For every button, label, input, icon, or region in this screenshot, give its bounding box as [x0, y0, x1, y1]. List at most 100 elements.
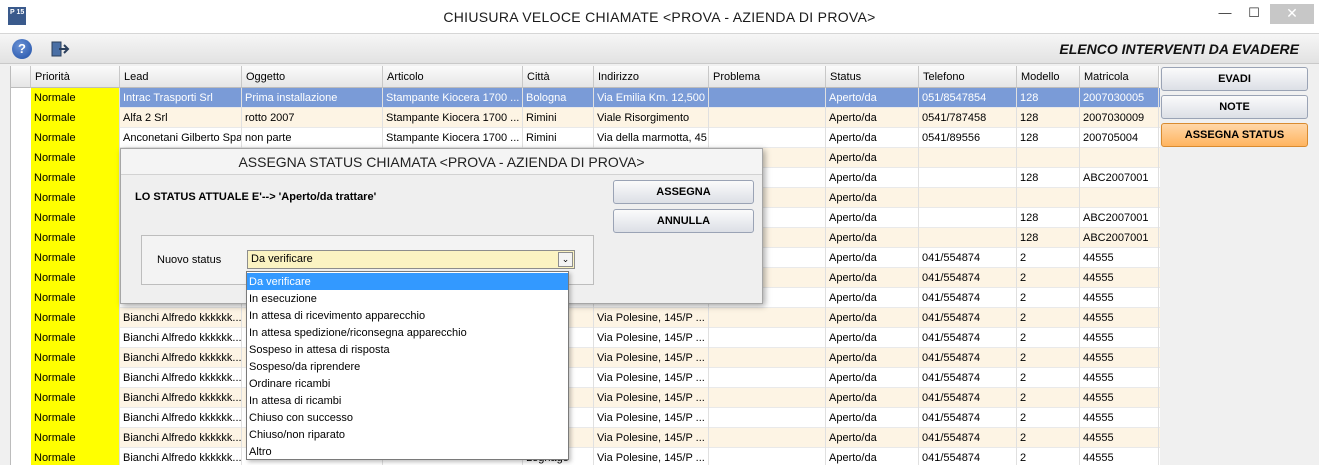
- table-cell: 128: [1017, 128, 1080, 148]
- table-cell: Bianchi Alfredo kkkkkk...: [120, 408, 242, 428]
- status-option[interactable]: Da verificare: [247, 273, 568, 290]
- table-cell: Via Polesine, 145/P ...: [594, 368, 709, 388]
- column-header[interactable]: Matricola: [1080, 66, 1159, 88]
- table-cell: Intrac Trasporti Srl: [120, 88, 242, 108]
- table-cell: 128: [1017, 228, 1080, 248]
- column-header[interactable]: Priorità: [31, 66, 120, 88]
- table-cell: [1080, 148, 1159, 168]
- table-row[interactable]: Normale Bianchi Alfredo kkkkkk... Via Pole…: [31, 368, 1160, 388]
- table-cell: Prima installazione: [242, 88, 383, 108]
- table-cell: Via Polesine, 145/P ...: [594, 408, 709, 428]
- table-cell: [919, 188, 1017, 208]
- annulla-button[interactable]: ANNULLA: [613, 209, 754, 233]
- status-option[interactable]: Chiuso con successo: [247, 409, 568, 426]
- table-cell: 2: [1017, 308, 1080, 328]
- table-cell: [709, 328, 826, 348]
- table-cell: 44555: [1080, 248, 1159, 268]
- table-cell: 041/554874: [919, 408, 1017, 428]
- table-cell: Aperto/da: [826, 248, 919, 268]
- table-cell: Aperto/da: [826, 408, 919, 428]
- table-cell: 44555: [1080, 448, 1159, 465]
- table-cell: Normale: [31, 268, 120, 288]
- table-cell: Alfa 2 Srl: [120, 108, 242, 128]
- table-cell: Aperto/da: [826, 428, 919, 448]
- table-cell: Stampante Kiocera 1700 ...: [383, 108, 523, 128]
- table-cell: Normale: [31, 348, 120, 368]
- table-row[interactable]: NormaleBianchi Alfredo kkkkkk...LegnagoV…: [31, 448, 1160, 465]
- table-cell: 44555: [1080, 428, 1159, 448]
- status-option[interactable]: Altro: [247, 443, 568, 460]
- table-cell: Bianchi Alfredo kkkkkk...: [120, 308, 242, 328]
- status-option[interactable]: In attesa di ricambi: [247, 392, 568, 409]
- status-option[interactable]: In esecuzione: [247, 290, 568, 307]
- table-cell: Normale: [31, 188, 120, 208]
- table-cell: 2: [1017, 248, 1080, 268]
- column-header[interactable]: Articolo: [383, 66, 523, 88]
- table-cell: 44555: [1080, 288, 1159, 308]
- column-header[interactable]: Problema: [709, 66, 826, 88]
- table-cell: Normale: [31, 148, 120, 168]
- table-cell: Bologna: [523, 88, 594, 108]
- table-cell: Normale: [31, 448, 120, 465]
- status-option[interactable]: In attesa spedizione/riconsegna apparecc…: [247, 324, 568, 341]
- table-cell: [709, 308, 826, 328]
- close-button[interactable]: ✕: [1270, 4, 1314, 24]
- table-cell: 2: [1017, 288, 1080, 308]
- status-option[interactable]: Ordinare ricambi: [247, 375, 568, 392]
- table-row[interactable]: Normale Bianchi Alfredo kkkkkk... Via Pole…: [31, 428, 1160, 448]
- table-cell: Aperto/da: [826, 208, 919, 228]
- table-cell: 2: [1017, 268, 1080, 288]
- assegna-status-button[interactable]: ASSEGNA STATUS: [1161, 123, 1308, 147]
- table-cell: Normale: [31, 128, 120, 148]
- table-cell: rotto 2007: [242, 108, 383, 128]
- table-cell: 0541/89556: [919, 128, 1017, 148]
- status-option[interactable]: In attesa di ricevimento apparecchio: [247, 307, 568, 324]
- table-cell: [919, 208, 1017, 228]
- column-header[interactable]: Città: [523, 66, 594, 88]
- exit-icon[interactable]: [50, 39, 70, 59]
- status-option[interactable]: Sospeso/da riprendere: [247, 358, 568, 375]
- table-cell: 2: [1017, 408, 1080, 428]
- table-cell: 128: [1017, 208, 1080, 228]
- table-row[interactable]: Normale Alfa 2 Srl rotto 2007 Stampante Kio…: [31, 108, 1160, 128]
- column-header[interactable]: Oggetto: [242, 66, 383, 88]
- table-cell: Bianchi Alfredo kkkkkk...: [120, 348, 242, 368]
- status-select[interactable]: Da verificare ⌄: [247, 250, 575, 269]
- table-cell: [709, 88, 826, 108]
- status-option[interactable]: Sospeso in attesa di risposta: [247, 341, 568, 358]
- table-row[interactable]: Normale Intrac Trasporti Srl Prima install…: [31, 88, 1160, 108]
- table-cell: Bianchi Alfredo kkkkkk...: [120, 368, 242, 388]
- table-cell: Aperto/da: [826, 268, 919, 288]
- table-cell: 0541/787458: [919, 108, 1017, 128]
- note-button[interactable]: NOTE: [1161, 95, 1308, 119]
- table-cell: 041/554874: [919, 388, 1017, 408]
- status-option[interactable]: Chiuso/non riparato: [247, 426, 568, 443]
- dialog-title: ASSEGNA STATUS CHIAMATA <PROVA - AZIENDA…: [121, 149, 762, 175]
- table-cell: 44555: [1080, 268, 1159, 288]
- assegna-button[interactable]: ASSEGNA: [613, 180, 754, 204]
- table-row[interactable]: Normale Bianchi Alfredo kkkkkk... Via Pole…: [31, 388, 1160, 408]
- table-row[interactable]: Normale Bianchi Alfredo kkkkkk... Via Pole…: [31, 308, 1160, 328]
- table-row[interactable]: Normale Anconetani Gilberto Spa non parte S…: [31, 128, 1160, 148]
- table-cell: [709, 448, 826, 465]
- column-header[interactable]: Indirizzo: [594, 66, 709, 88]
- table-row[interactable]: Normale Bianchi Alfredo kkkkkk... Via Pole…: [31, 328, 1160, 348]
- table-row[interactable]: Normale Bianchi Alfredo kkkkkk... Via Pole…: [31, 348, 1160, 368]
- table-cell: Stampante Kiocera 1700 ...: [383, 128, 523, 148]
- evadi-button[interactable]: EVADI: [1161, 67, 1308, 91]
- maximize-button[interactable]: ☐: [1241, 4, 1267, 24]
- table-cell: [1080, 188, 1159, 208]
- column-header[interactable]: Lead: [120, 66, 242, 88]
- chevron-down-icon[interactable]: ⌄: [558, 252, 573, 267]
- column-header[interactable]: Telefono: [919, 66, 1017, 88]
- nuovo-status-label: Nuovo status: [157, 254, 222, 266]
- table-cell: non parte: [242, 128, 383, 148]
- table-row[interactable]: Normale Bianchi Alfredo kkkkkk... Via Pole…: [31, 408, 1160, 428]
- column-header[interactable]: Status: [826, 66, 919, 88]
- minimize-button[interactable]: —: [1212, 4, 1238, 24]
- column-header[interactable]: Modello: [1017, 66, 1080, 88]
- table-cell: Aperto/da: [826, 368, 919, 388]
- table-cell: 44555: [1080, 348, 1159, 368]
- help-icon[interactable]: ?: [12, 39, 32, 59]
- table-cell: 2: [1017, 328, 1080, 348]
